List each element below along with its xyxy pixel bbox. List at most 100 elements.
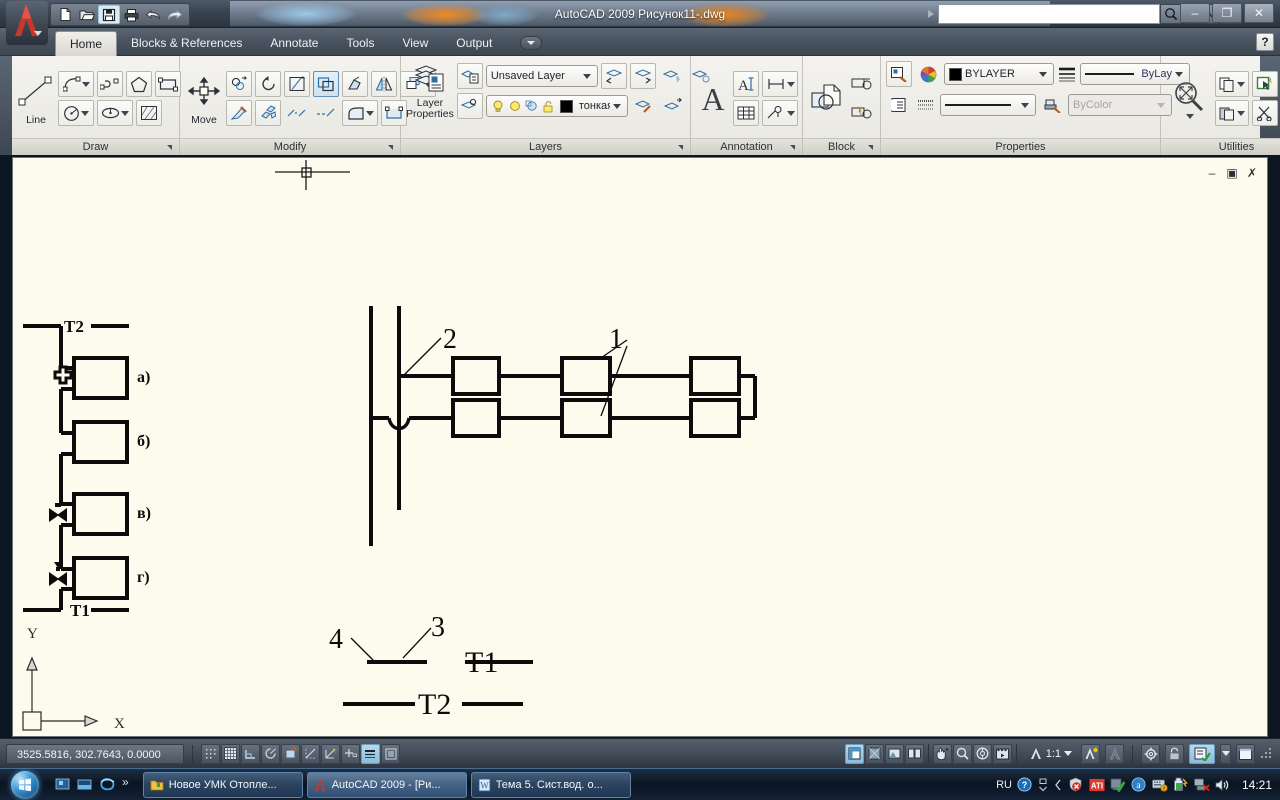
define-attributes-button[interactable] <box>849 100 875 126</box>
object-snap-toggle[interactable] <box>281 743 300 764</box>
scale-tool-button[interactable] <box>313 71 339 97</box>
panel-annotation-expand-icon[interactable] <box>790 145 795 150</box>
object-color-chevron-down-icon[interactable] <box>1039 71 1047 77</box>
tab-tools[interactable]: Tools <box>332 31 388 56</box>
panel-utilities-title[interactable]: Utilities <box>1161 138 1280 155</box>
lineweight-combo[interactable] <box>940 94 1036 116</box>
multiline-text-button[interactable]: A <box>696 77 730 121</box>
tab-view[interactable]: View <box>388 31 442 56</box>
mirror-tool-button[interactable] <box>371 71 397 97</box>
paste-button[interactable] <box>1215 100 1249 126</box>
multileader-button[interactable] <box>762 100 798 126</box>
drawing-canvas[interactable]: – ▣ ✗ T2 T1 а) б) в) г) 2 1 3 4 T1 T2 X … <box>12 157 1268 737</box>
close-button[interactable]: ✕ <box>1244 3 1274 23</box>
dynamic-input-toggle[interactable] <box>341 743 360 764</box>
polygon-tool-button[interactable] <box>126 71 152 97</box>
properties-match-button[interactable] <box>886 61 912 87</box>
arc-tool-button[interactable] <box>58 71 94 97</box>
text-style-button[interactable]: A <box>733 71 759 97</box>
ribbon-minimize-icon[interactable] <box>520 36 543 50</box>
move-tool-button[interactable]: Move <box>185 70 223 128</box>
annotation-visibility-icon[interactable] <box>1081 743 1100 764</box>
workspace-settings-icon[interactable] <box>1141 743 1160 764</box>
ati-catalyst-icon[interactable]: ATI <box>1089 777 1105 793</box>
clean-screen-icon[interactable] <box>1236 743 1255 764</box>
quick-view-layouts-icon[interactable] <box>864 743 884 764</box>
panel-block-expand-icon[interactable] <box>868 145 873 150</box>
layer-previous-button[interactable] <box>600 63 627 89</box>
cut-scissors-icon[interactable] <box>1252 100 1278 126</box>
annotation-scale-change-icon[interactable] <box>1105 743 1124 764</box>
agnitum-icon[interactable]: a <box>1131 777 1147 793</box>
antivirus-shield-icon[interactable] <box>1110 777 1126 793</box>
status-tray-dropdown-icon[interactable] <box>1220 743 1231 764</box>
zoom-dropdown-icon[interactable] <box>1185 114 1194 119</box>
quick-select-button[interactable] <box>1252 71 1278 97</box>
battery-icon[interactable] <box>1173 777 1189 793</box>
minimize-button[interactable]: – <box>1180 3 1210 23</box>
coordinates-display[interactable]: 3525.5816, 302.7643, 0.0000 <box>6 743 184 764</box>
panel-block-title[interactable]: Block <box>803 138 880 155</box>
ellipse-dropdown-icon[interactable] <box>121 110 129 116</box>
polar-tracking-toggle[interactable] <box>261 743 280 764</box>
show-hidden-icons-icon[interactable] <box>1038 777 1049 793</box>
search-input[interactable] <box>938 4 1160 24</box>
model-layout-toggle[interactable] <box>844 743 864 764</box>
steering-wheel-icon[interactable] <box>972 743 992 764</box>
show-desktop-icon[interactable] <box>54 776 72 794</box>
copy-tool-button[interactable] <box>226 71 252 97</box>
layer-state-manager-button[interactable] <box>456 63 483 89</box>
layer-state-chevron-down-icon[interactable] <box>582 73 591 79</box>
tab-home[interactable]: Home <box>55 31 118 56</box>
break-tool-button[interactable] <box>284 100 310 126</box>
properties-palette-icon[interactable] <box>886 92 912 118</box>
help-button[interactable]: ? <box>1256 33 1274 51</box>
join-tool-button[interactable] <box>313 100 339 126</box>
current-layer-combo[interactable]: тонкая <box>485 95 628 117</box>
taskbar-item-autocad[interactable]: AutoCAD 2009 - [Ри... <box>306 771 467 798</box>
explode-tool-button[interactable] <box>255 100 281 126</box>
trim-tool-button[interactable] <box>284 71 310 97</box>
panel-layers-title[interactable]: Layers <box>401 138 690 155</box>
help-tray-icon[interactable]: ? <box>1017 777 1033 793</box>
edit-block-button[interactable] <box>849 71 875 97</box>
paste-dropdown-icon[interactable] <box>1237 110 1245 116</box>
search-icon[interactable] <box>1160 4 1182 24</box>
search-expand-arrow-icon[interactable] <box>928 10 934 18</box>
dynamic-ucs-toggle[interactable] <box>321 743 340 764</box>
arc-dropdown-icon[interactable] <box>81 81 90 87</box>
layout-tile-icon[interactable] <box>904 743 924 764</box>
tab-output[interactable]: Output <box>442 31 506 56</box>
snap-mode-toggle[interactable] <box>201 743 220 764</box>
plot-icon[interactable] <box>120 5 142 24</box>
table-button[interactable] <box>733 100 759 126</box>
circle-tool-button[interactable] <box>58 100 94 126</box>
insert-block-button[interactable] <box>808 77 846 121</box>
undo-icon[interactable] <box>142 5 164 24</box>
layer-properties-button[interactable]: Layer Properties <box>406 60 454 122</box>
quick-launch-more-icon[interactable]: » <box>122 775 129 789</box>
rotate-tool-button[interactable] <box>255 71 281 97</box>
fillet-tool-button[interactable] <box>342 100 378 126</box>
layer-make-current-button[interactable] <box>660 93 686 119</box>
layer-isolate-button[interactable] <box>629 63 656 89</box>
copy-clip-button[interactable] <box>1215 71 1249 97</box>
panel-modify-title[interactable]: Modify <box>180 138 400 155</box>
circle-dropdown-icon[interactable] <box>81 110 89 116</box>
show-motion-icon[interactable] <box>992 743 1012 764</box>
restore-button[interactable]: ❐ <box>1212 3 1242 23</box>
transparency-toggle[interactable] <box>381 743 400 764</box>
tab-blocks-references[interactable]: Blocks & References <box>117 31 256 56</box>
security-alert-icon[interactable] <box>1068 777 1084 793</box>
layer-state-combo[interactable]: Unsaved Layer <box>485 65 598 87</box>
panel-draw-title[interactable]: Draw <box>12 138 179 155</box>
annotation-scale-control[interactable]: 1:1 <box>1025 744 1076 764</box>
polyline-tool-button[interactable] <box>97 71 123 97</box>
match-properties-button[interactable] <box>226 100 252 126</box>
hatch-tool-button[interactable] <box>136 100 162 126</box>
volume-icon[interactable] <box>1215 777 1231 793</box>
dimension-dropdown-icon[interactable] <box>786 81 795 87</box>
layer-match-button[interactable] <box>631 93 657 119</box>
plot-style-combo[interactable]: ByColor <box>1068 94 1172 116</box>
redo-icon[interactable] <box>164 5 186 24</box>
